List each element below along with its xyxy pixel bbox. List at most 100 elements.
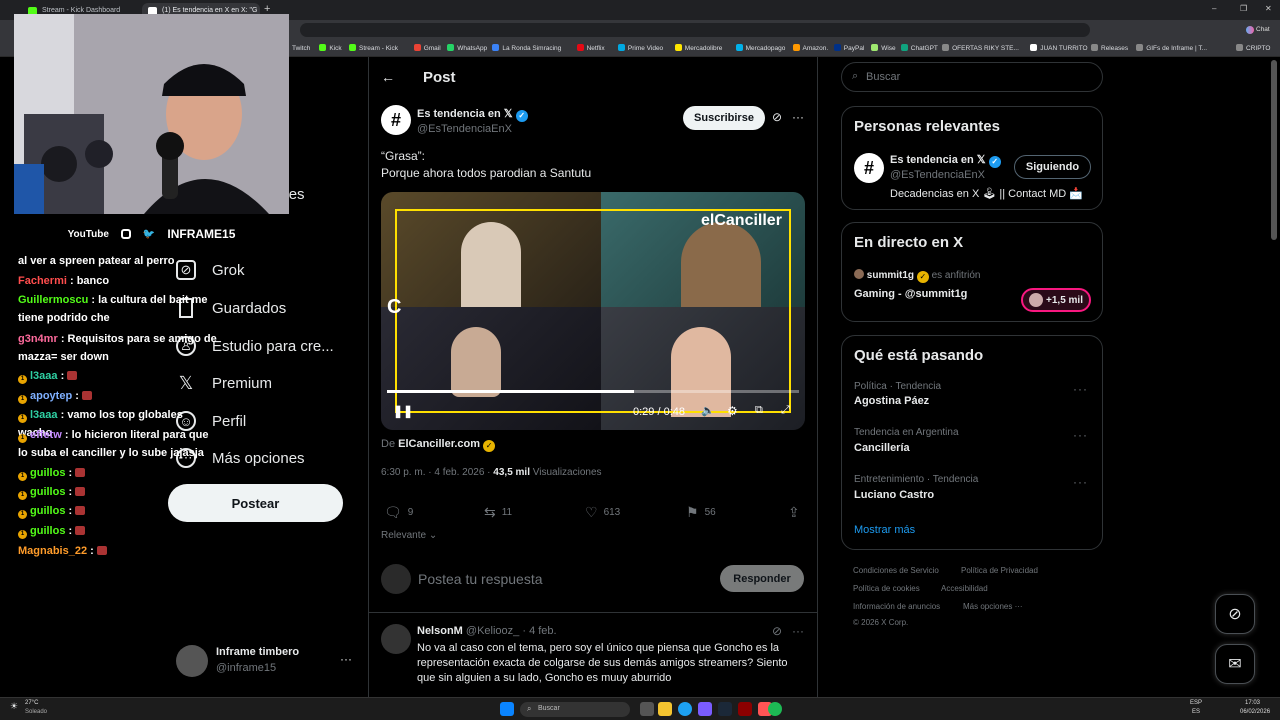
spotify-icon[interactable] — [768, 702, 782, 716]
chat-username[interactable]: effetw — [30, 429, 62, 441]
bookmark-item[interactable]: Kick — [319, 44, 342, 52]
bookmark-item[interactable]: OFERTAS RIKY STE... — [942, 44, 1019, 52]
chat-username[interactable]: apoytep — [30, 390, 72, 402]
close-button[interactable]: ✕ — [1265, 4, 1272, 13]
bookmark-item[interactable]: Mercadolibre — [674, 44, 722, 52]
reply-input[interactable]: Postea tu respuesta — [418, 571, 543, 587]
more-icon[interactable]: ··· — [792, 624, 804, 638]
chat-username[interactable]: l3aaa — [30, 409, 58, 421]
bookmark-item[interactable]: GIFs de Inframe | T... — [1136, 44, 1207, 52]
relevant-avatar[interactable]: # — [854, 153, 884, 183]
clock-time[interactable]: 17:03 — [1245, 700, 1260, 706]
url-bar[interactable] — [300, 23, 1090, 37]
relevant-handle[interactable]: @EsTendenciaEnX — [890, 169, 985, 181]
bookmark-item[interactable]: JUAN TURRITO — [1030, 44, 1088, 52]
bookmark-item[interactable]: Wise — [871, 44, 896, 52]
grok-icon[interactable]: ⊘ — [772, 110, 782, 124]
scrollbar[interactable] — [1271, 60, 1277, 240]
reply-author-handle[interactable]: @Keliooz_ — [466, 625, 519, 637]
steam-icon[interactable] — [718, 702, 732, 716]
account-avatar[interactable] — [176, 645, 208, 677]
live-host-row[interactable]: summit1g ✓ es anfitrión — [854, 269, 981, 283]
fullscreen-icon[interactable]: ⤢ — [781, 404, 790, 417]
bookmark-item[interactable]: Stream - Kick — [349, 44, 398, 52]
grok-icon[interactable]: ⊘ — [772, 624, 782, 638]
app-icon[interactable] — [698, 702, 712, 716]
bookmark-item[interactable]: WhatsApp — [447, 44, 487, 52]
file-explorer-icon[interactable] — [658, 702, 672, 716]
language-indicator[interactable]: ESP — [1190, 700, 1202, 706]
chat-username[interactable]: guillos — [30, 525, 65, 537]
reply-button[interactable]: Responder — [720, 565, 804, 592]
trend-more-icon[interactable]: ··· — [1073, 475, 1088, 489]
chat-button[interactable]: Chat — [1246, 23, 1276, 36]
footer-link[interactable]: Política de cookies — [853, 584, 920, 593]
chat-username[interactable]: l3aaa — [30, 370, 58, 382]
author-handle[interactable]: @EsTendenciaEnX — [417, 123, 512, 135]
task-view-icon[interactable] — [640, 702, 654, 716]
bookmark-item[interactable]: La Ronda Simracing — [492, 44, 561, 52]
chat-username[interactable]: guillos — [30, 505, 65, 517]
bookmark-item[interactable]: Gmail — [413, 44, 441, 52]
chat-username[interactable]: Guillermoscu — [18, 294, 88, 306]
repost-action[interactable]: ⇆ 11 — [484, 504, 512, 521]
live-listeners-pill[interactable]: +1,5 mil — [1021, 288, 1091, 312]
chat-username[interactable]: g3n4mr — [18, 333, 58, 345]
search-box[interactable]: ⌕ Buscar — [841, 62, 1103, 92]
like-action[interactable]: ♡ 613 — [585, 504, 620, 521]
share-action[interactable]: ⇪ — [788, 504, 800, 521]
footer-link[interactable]: Política de Privacidad — [961, 566, 1038, 575]
more-icon[interactable]: ··· — [792, 110, 804, 124]
pip-icon[interactable]: ⧉ — [755, 404, 763, 417]
edge-icon[interactable] — [678, 702, 692, 716]
trend-name[interactable]: Cancillería — [854, 442, 910, 454]
footer-link[interactable]: Más opciones ··· — [963, 602, 1023, 611]
bookmark-item[interactable]: Releases — [1091, 44, 1128, 52]
footer-link[interactable]: Información de anuncios — [853, 602, 940, 611]
minimize-button[interactable]: – — [1212, 4, 1216, 13]
chat-username[interactable]: guillos — [30, 486, 65, 498]
bookmark-item[interactable]: CRIPTO — [1236, 44, 1270, 52]
relevant-name-row[interactable]: Es tendencia en 𝕏 ✓ — [890, 153, 1001, 168]
footer-link[interactable]: Accesibilidad — [941, 584, 988, 593]
sort-dropdown[interactable]: Relevante ⌄ — [381, 530, 437, 541]
reply-action[interactable]: 🗨 9 — [384, 504, 413, 521]
taskbar-search[interactable]: ⌕ Buscar — [520, 702, 630, 717]
bookmark-item[interactable]: Netflix — [576, 44, 605, 52]
account-menu-icon[interactable]: ··· — [340, 652, 352, 666]
trend-more-icon[interactable]: ··· — [1073, 382, 1088, 396]
author-name-row[interactable]: Es tendencia en 𝕏 ✓ — [417, 107, 528, 122]
reply-avatar[interactable] — [381, 624, 411, 654]
app-icon[interactable] — [738, 702, 752, 716]
bookmark-item[interactable]: Amazon. — [792, 44, 828, 52]
show-more-link[interactable]: Mostrar más — [854, 524, 915, 536]
footer-link[interactable]: Condiciones de Servicio — [853, 566, 939, 575]
trend-name[interactable]: Luciano Castro — [854, 489, 934, 501]
chat-username[interactable]: Magnabis_22 — [18, 545, 87, 557]
bookmark-action[interactable]: ⚑ 56 — [686, 504, 716, 521]
bookmark-item[interactable]: Mercadopago — [735, 44, 785, 52]
subscribe-button[interactable]: Suscribirse — [683, 106, 765, 130]
back-arrow-icon[interactable]: ← — [381, 69, 395, 85]
settings-icon[interactable]: ⚙ — [727, 404, 738, 418]
messages-float-button[interactable]: ✉ — [1215, 644, 1255, 684]
volume-icon[interactable]: 🔈 — [701, 404, 715, 417]
post-timestamp[interactable]: 6:30 p. m. · 4 feb. 2026 · — [381, 467, 491, 478]
bookmark-item[interactable]: ChatGPT — [900, 44, 938, 52]
chat-username[interactable]: Fachermi — [18, 275, 67, 287]
chat-username[interactable]: guillos — [30, 467, 65, 479]
source-link[interactable]: ElCanciller.com — [398, 438, 480, 450]
weather-widget[interactable]: ☀ — [10, 701, 18, 712]
following-button[interactable]: Siguiendo — [1014, 155, 1091, 179]
author-avatar[interactable]: # — [381, 105, 411, 135]
post-video[interactable]: elCanciller C ❚❚ 0:29 / 0:48 🔈 ⚙ ⧉ ⤢ — [381, 192, 805, 430]
bookmark-item[interactable]: Prime Video — [617, 44, 663, 52]
live-stream-title[interactable]: Gaming - @summit1g — [854, 288, 967, 300]
bookmark-item[interactable]: PayPal — [833, 44, 864, 52]
grok-float-button[interactable]: ⊘ — [1215, 594, 1255, 634]
reply-author-name[interactable]: NelsonM — [417, 625, 463, 637]
pause-icon[interactable]: ❚❚ — [393, 404, 413, 418]
start-icon[interactable] — [500, 702, 514, 716]
trend-name[interactable]: Agostina Páez — [854, 395, 929, 407]
trend-more-icon[interactable]: ··· — [1073, 428, 1088, 442]
